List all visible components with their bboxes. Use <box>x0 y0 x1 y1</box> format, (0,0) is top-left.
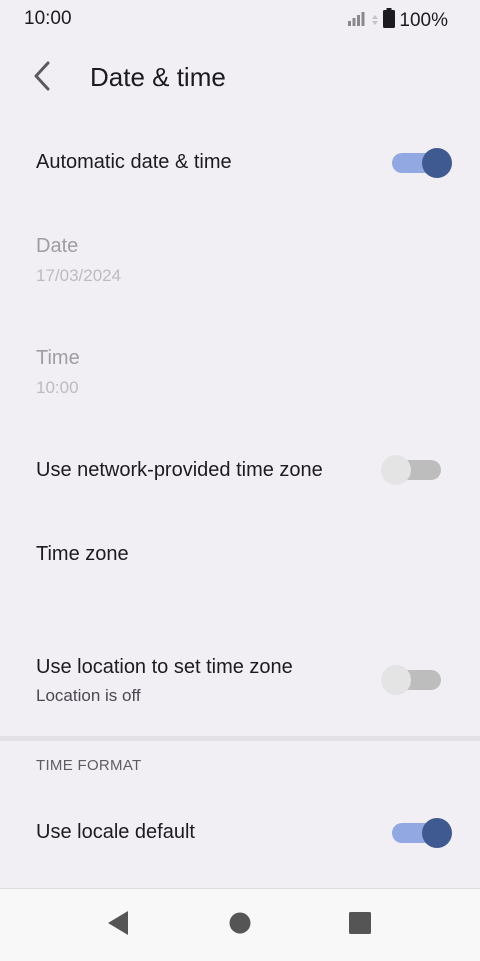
back-button[interactable] <box>22 58 62 98</box>
automatic-date-time-title: Automatic date & time <box>36 151 232 173</box>
battery-icon <box>383 8 396 33</box>
navigation-bar <box>0 888 480 961</box>
use-locale-default-row[interactable]: Use locale default <box>0 790 480 876</box>
location-time-zone-title: Use location to set time zone <box>36 656 293 678</box>
battery-percent: 100% <box>399 9 448 31</box>
network-time-zone-switch[interactable] <box>381 454 441 485</box>
nav-recents-button[interactable] <box>342 907 378 943</box>
time-format-header: TIME FORMAT <box>36 757 142 774</box>
switch-thumb <box>422 818 452 848</box>
time-title: Time <box>36 347 80 369</box>
status-bar: 10:00 100% <box>0 0 480 38</box>
nav-recents-icon <box>349 911 371 939</box>
nav-home-icon <box>229 912 251 939</box>
date-value: 17/03/2024 <box>36 266 122 285</box>
time-row: Time 10:00 <box>0 330 480 426</box>
network-time-zone-row[interactable]: Use network-provided time zone <box>0 428 480 514</box>
time-zone-row[interactable]: Time zone <box>0 516 480 616</box>
use-locale-default-title: Use locale default <box>36 821 195 843</box>
use-locale-default-switch[interactable] <box>392 817 452 848</box>
section-divider <box>0 736 480 741</box>
date-row: Date 17/03/2024 <box>0 218 480 314</box>
switch-thumb <box>381 665 411 695</box>
back-arrow-icon <box>31 61 53 96</box>
location-time-zone-row[interactable]: Use location to set time zone Location i… <box>0 636 480 732</box>
status-time: 10:00 <box>24 8 72 29</box>
time-zone-title: Time zone <box>36 543 129 565</box>
signal-icon <box>347 9 367 32</box>
nav-home-button[interactable] <box>222 907 258 943</box>
switch-thumb <box>381 455 411 485</box>
date-title: Date <box>36 235 79 257</box>
network-time-zone-title: Use network-provided time zone <box>36 459 323 481</box>
nav-back-icon <box>106 910 130 941</box>
nav-back-button[interactable] <box>100 907 136 943</box>
time-value: 10:00 <box>36 378 79 397</box>
page-title: Date & time <box>90 62 226 92</box>
app-bar: Date & time <box>0 48 480 110</box>
location-time-zone-switch[interactable] <box>381 664 441 695</box>
location-time-zone-summary: Location is off <box>36 686 141 705</box>
data-arrows-icon <box>371 9 379 32</box>
automatic-date-time-row[interactable]: Automatic date & time <box>0 120 480 206</box>
switch-thumb <box>422 148 452 178</box>
automatic-date-time-switch[interactable] <box>392 147 452 178</box>
status-icons: 100% <box>347 8 448 33</box>
